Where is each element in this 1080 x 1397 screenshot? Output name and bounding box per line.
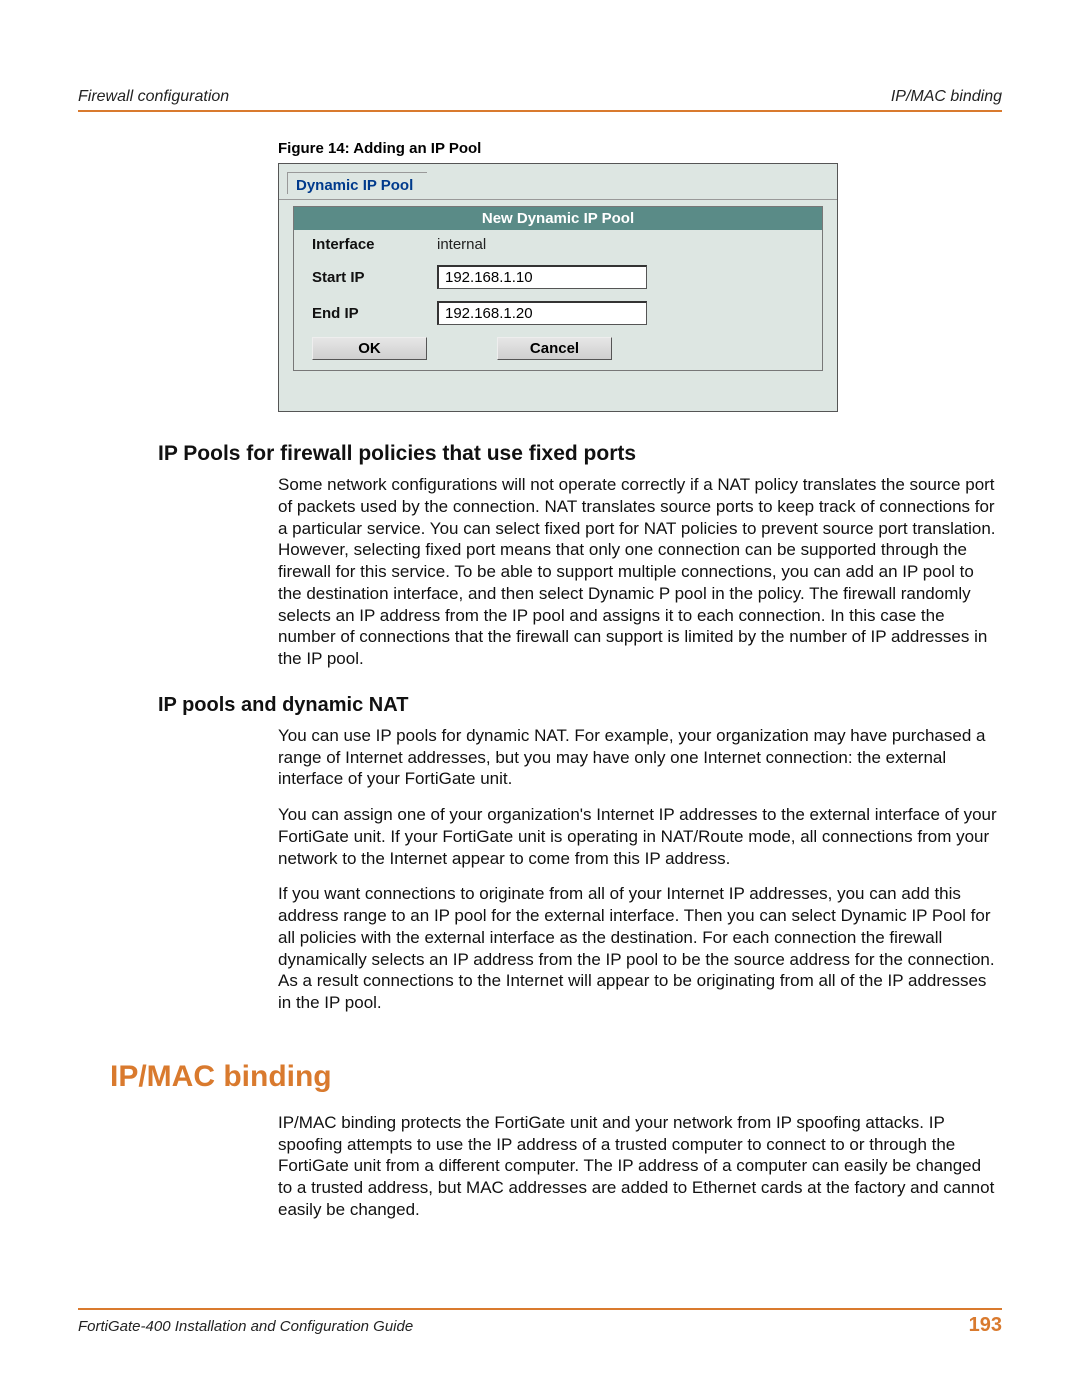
page-number: 193 bbox=[969, 1314, 1002, 1337]
cancel-button[interactable]: Cancel bbox=[497, 337, 612, 360]
input-end-ip[interactable] bbox=[437, 301, 647, 325]
heading-ip-pools-fixed-ports: IP Pools for firewall policies that use … bbox=[158, 442, 1002, 466]
figure-ip-pool: Figure 14: Adding an IP Pool Dynamic IP … bbox=[278, 140, 1002, 412]
value-interface: internal bbox=[437, 236, 486, 253]
footer-rule bbox=[78, 1308, 1002, 1310]
ok-button[interactable]: OK bbox=[312, 337, 427, 360]
panel-title: New Dynamic IP Pool bbox=[294, 207, 822, 230]
heading-ip-mac-binding: IP/MAC binding bbox=[110, 1060, 1002, 1094]
para-dynamic-nat-3: If you want connections to originate fro… bbox=[278, 883, 998, 1014]
label-start-ip: Start IP bbox=[312, 269, 437, 286]
header-rule bbox=[78, 110, 1002, 112]
footer-doc-title: FortiGate-400 Installation and Configura… bbox=[78, 1318, 413, 1335]
panel-new-dynamic-ip-pool: New Dynamic IP Pool Interface internal S… bbox=[293, 206, 823, 371]
para-fixed-ports: Some network configurations will not ope… bbox=[278, 474, 998, 670]
para-dynamic-nat-1: You can use IP pools for dynamic NAT. Fo… bbox=[278, 725, 998, 790]
input-start-ip[interactable] bbox=[437, 265, 647, 289]
para-ip-mac-binding: IP/MAC binding protects the FortiGate un… bbox=[278, 1112, 998, 1221]
figure-caption: Figure 14: Adding an IP Pool bbox=[278, 140, 1002, 157]
dialog-dynamic-ip-pool: Dynamic IP Pool New Dynamic IP Pool Inte… bbox=[278, 163, 838, 412]
label-interface: Interface bbox=[312, 236, 437, 253]
heading-ip-pools-dynamic-nat: IP pools and dynamic NAT bbox=[158, 694, 1002, 717]
para-dynamic-nat-2: You can assign one of your organization'… bbox=[278, 804, 998, 869]
tab-dynamic-ip-pool[interactable]: Dynamic IP Pool bbox=[287, 172, 427, 194]
header-left: Firewall configuration bbox=[78, 88, 229, 106]
label-end-ip: End IP bbox=[312, 305, 437, 322]
header-right: IP/MAC binding bbox=[891, 88, 1002, 106]
